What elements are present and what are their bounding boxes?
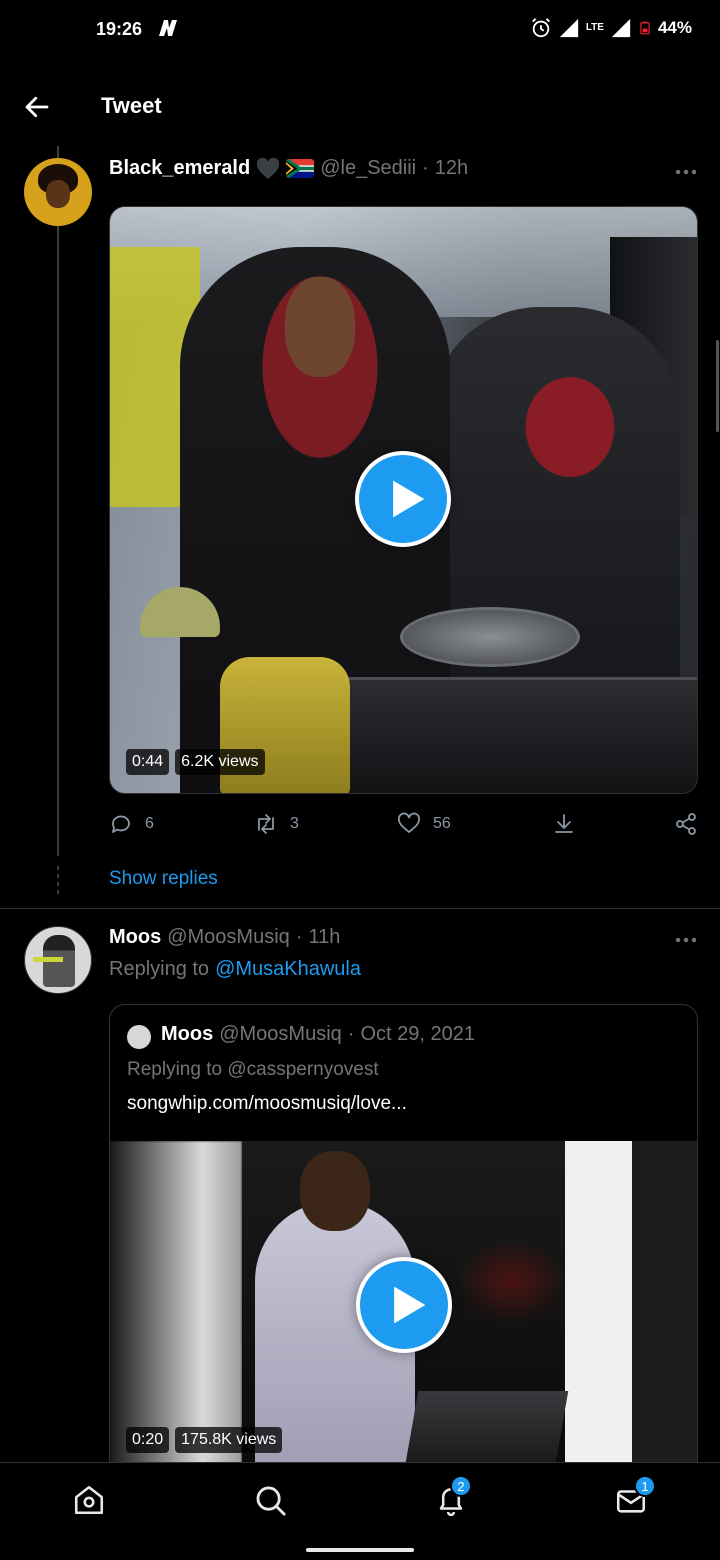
video-badges: 0:20 175.8K views	[126, 1427, 283, 1453]
separator: ·	[422, 157, 429, 179]
network-type: LTE	[585, 22, 604, 33]
quote-author-handle: @MoosMusiq	[219, 1023, 342, 1045]
play-icon	[393, 480, 425, 518]
signal-2-icon	[611, 18, 631, 38]
status-bar: 19:26 LTE 44%	[0, 0, 720, 60]
download-button[interactable]	[552, 812, 576, 836]
separator: ·	[347, 1023, 355, 1045]
black-heart-emoji-icon	[257, 157, 280, 179]
divider	[0, 908, 720, 909]
avatar[interactable]	[24, 926, 92, 994]
replying-to-link[interactable]: @MusaKhawula	[215, 958, 361, 981]
video-views: 6.2K views	[175, 749, 265, 775]
south-africa-flag-icon	[286, 159, 315, 178]
tweet-header: Black_emerald @le_Sediii · 12h	[109, 157, 468, 180]
more-icon[interactable]	[674, 936, 698, 944]
video-badges: 0:44 6.2K views	[126, 749, 265, 775]
avatar	[127, 1025, 151, 1049]
quote-text-link[interactable]: songwhip.com/moosmusiq/love...	[127, 1093, 407, 1115]
quote-author-name: Moos	[161, 1023, 214, 1045]
scrollbar[interactable]	[716, 340, 719, 432]
bottom-nav: 2 1	[0, 1462, 720, 1560]
quote-date: Oct 29, 2021	[360, 1023, 475, 1045]
author-name[interactable]: Moos	[109, 926, 161, 949]
quote-header: Moos @MoosMusiq · Oct 29, 2021	[161, 1023, 475, 1046]
reply-icon	[112, 815, 130, 833]
tweet-time[interactable]: 11h	[308, 926, 340, 949]
like-button[interactable]: 56	[397, 812, 451, 836]
download-icon	[555, 814, 573, 833]
retweet-button[interactable]: 3	[254, 812, 299, 836]
home-indicator[interactable]	[306, 1548, 414, 1552]
separator: ·	[295, 926, 303, 948]
status-icons: LTE 44%	[530, 17, 692, 39]
messages-badge: 1	[634, 1475, 656, 1497]
play-icon	[394, 1286, 426, 1324]
retweet-icon	[258, 814, 274, 834]
battery-icon	[640, 21, 650, 35]
video-duration: 0:44	[126, 749, 170, 775]
signal-icon	[559, 18, 578, 38]
alarm-icon	[531, 18, 550, 38]
avatar[interactable]	[24, 158, 92, 226]
like-count: 56	[433, 815, 451, 832]
reply-count: 6	[145, 815, 154, 832]
tweet-time[interactable]: 12h	[435, 157, 468, 180]
thread-line	[57, 146, 59, 856]
quote-replying-to: Replying to @casspernyovest	[127, 1059, 379, 1080]
battery-percent: 44%	[657, 18, 692, 37]
video-player[interactable]: 0:20 175.8K views	[110, 1141, 697, 1483]
retweet-count: 3	[290, 815, 299, 832]
share-icon	[676, 813, 696, 835]
share-button[interactable]	[674, 812, 698, 836]
author-handle[interactable]: @MoosMusiq	[167, 926, 290, 949]
thread-dots	[57, 866, 59, 896]
video-duration: 0:20	[126, 1427, 170, 1453]
video-player[interactable]: 0:44 6.2K views	[109, 206, 698, 794]
search-icon[interactable]	[253, 1483, 287, 1517]
reply-button[interactable]: 6	[109, 812, 154, 836]
play-button[interactable]	[355, 451, 451, 547]
show-replies-link[interactable]: Show replies	[109, 868, 218, 890]
video-views: 175.8K views	[175, 1427, 283, 1453]
home-icon[interactable]	[72, 1483, 106, 1517]
more-icon[interactable]	[674, 168, 698, 176]
replying-to: Replying to @MusaKhawula	[109, 958, 361, 981]
like-icon	[398, 812, 420, 833]
status-time: 19:26	[96, 19, 143, 39]
author-handle[interactable]: @le_Sediii	[320, 157, 416, 180]
author-name[interactable]: Black_emerald	[109, 157, 250, 180]
app-header: Tweet	[0, 62, 720, 152]
notifications-badge: 2	[450, 1475, 472, 1497]
back-arrow-icon[interactable]	[22, 92, 52, 122]
replying-prefix: Replying to	[109, 958, 210, 980]
page-title: Tweet	[101, 93, 162, 118]
notification-n-icon	[159, 20, 177, 36]
tweet-header: Moos @MoosMusiq · 11h	[109, 926, 340, 949]
quoted-tweet[interactable]: Moos @MoosMusiq · Oct 29, 2021 Replying …	[109, 1004, 698, 1484]
play-button[interactable]	[356, 1257, 452, 1353]
